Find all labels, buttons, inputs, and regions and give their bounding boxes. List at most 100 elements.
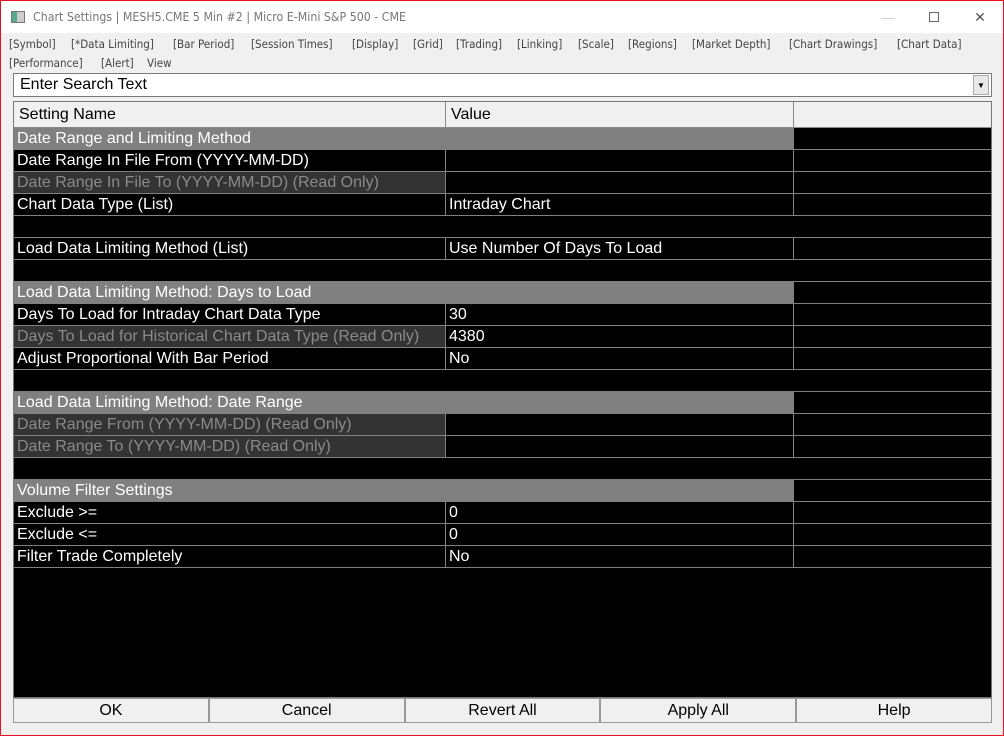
- maximize-button[interactable]: [911, 1, 957, 33]
- button-bar: OK Cancel Revert All Apply All Help: [13, 698, 992, 723]
- tab-performance[interactable]: [Performance]: [9, 54, 83, 73]
- tab-regions[interactable]: [Regions]: [628, 35, 677, 54]
- column-header-setting-name: Setting Name: [14, 102, 446, 127]
- setting-value[interactable]: No: [446, 546, 794, 567]
- tab-market-depth[interactable]: [Market Depth]: [692, 35, 770, 54]
- setting-value: [446, 414, 794, 435]
- extra-cell: [794, 348, 991, 369]
- extra-cell: [794, 436, 991, 457]
- spacer-row: [14, 260, 991, 282]
- chart-settings-window: Chart Settings | MESH5.CME 5 Min #2 | Mi…: [0, 0, 1004, 736]
- setting-value[interactable]: Use Number Of Days To Load: [446, 238, 794, 259]
- setting-value: 4380: [446, 326, 794, 347]
- settings-grid: Setting Name Value Date Range and Limiti…: [13, 101, 992, 698]
- extra-cell: [794, 524, 991, 545]
- close-icon: ✕: [974, 8, 986, 25]
- setting-name: Date Range In File From (YYYY-MM-DD): [14, 150, 446, 171]
- tab-session-times[interactable]: [Session Times]: [251, 35, 333, 54]
- setting-row[interactable]: Exclude <= 0: [14, 524, 991, 546]
- minimize-button[interactable]: —: [865, 1, 911, 33]
- setting-name: Days To Load for Intraday Chart Data Typ…: [14, 304, 446, 325]
- tab-bar-period[interactable]: [Bar Period]: [173, 35, 234, 54]
- column-header-value: Value: [446, 102, 794, 127]
- tab-chart-drawings[interactable]: [Chart Drawings]: [789, 35, 877, 54]
- setting-name: Chart Data Type (List): [14, 194, 446, 215]
- section-header-row: Load Data Limiting Method: Date Range: [14, 392, 991, 414]
- setting-name: Filter Trade Completely: [14, 546, 446, 567]
- setting-value: [446, 172, 794, 193]
- extra-cell: [794, 414, 991, 435]
- setting-value[interactable]: 0: [446, 502, 794, 523]
- extra-cell: [794, 304, 991, 325]
- section-title: Load Data Limiting Method: Date Range: [14, 392, 794, 413]
- grid-header: Setting Name Value: [14, 102, 991, 128]
- extra-cell: [794, 546, 991, 567]
- tab-chart-data[interactable]: [Chart Data]: [897, 35, 962, 54]
- app-icon: [11, 11, 25, 23]
- tab-display[interactable]: [Display]: [352, 35, 398, 54]
- setting-value[interactable]: 30: [446, 304, 794, 325]
- extra-cell: [794, 392, 991, 413]
- setting-row[interactable]: Chart Data Type (List) Intraday Chart: [14, 194, 991, 216]
- setting-name: Date Range In File To (YYYY-MM-DD) (Read…: [14, 172, 446, 193]
- column-header-extra: [794, 102, 991, 127]
- setting-value: [446, 436, 794, 457]
- setting-name: Load Data Limiting Method (List): [14, 238, 446, 259]
- extra-cell: [794, 502, 991, 523]
- spacer-row: [14, 370, 991, 392]
- search-input[interactable]: [14, 75, 973, 95]
- tab-grid[interactable]: [Grid]: [413, 35, 443, 54]
- tab-view[interactable]: View: [147, 54, 172, 73]
- setting-name: Days To Load for Historical Chart Data T…: [14, 326, 446, 347]
- close-button[interactable]: ✕: [957, 1, 1003, 33]
- setting-row[interactable]: Date Range From (YYYY-MM-DD) (Read Only): [14, 414, 991, 436]
- setting-row[interactable]: Exclude >= 0: [14, 502, 991, 524]
- setting-value[interactable]: Intraday Chart: [446, 194, 794, 215]
- setting-name: Exclude <=: [14, 524, 446, 545]
- settings-tabs: [Symbol] [*Data Limiting] [Bar Period] [Ses…: [9, 35, 989, 73]
- extra-cell: [794, 172, 991, 193]
- setting-value[interactable]: [446, 150, 794, 171]
- apply-all-button[interactable]: Apply All: [600, 698, 797, 723]
- tab-linking[interactable]: [Linking]: [517, 35, 562, 54]
- title-bar: Chart Settings | MESH5.CME 5 Min #2 | Mi…: [1, 1, 1003, 33]
- section-header-row: Volume Filter Settings: [14, 480, 991, 502]
- tab-trading[interactable]: [Trading]: [456, 35, 502, 54]
- setting-row[interactable]: Adjust Proportional With Bar Period No: [14, 348, 991, 370]
- revert-all-button[interactable]: Revert All: [404, 698, 601, 723]
- cancel-button[interactable]: Cancel: [208, 698, 405, 723]
- extra-cell: [794, 128, 991, 149]
- setting-name: Exclude >=: [14, 502, 446, 523]
- setting-row[interactable]: Filter Trade Completely No: [14, 546, 991, 568]
- ok-button[interactable]: OK: [13, 698, 209, 723]
- setting-value[interactable]: No: [446, 348, 794, 369]
- setting-row[interactable]: Days To Load for Historical Chart Data T…: [14, 326, 991, 348]
- extra-cell: [794, 150, 991, 171]
- spacer-row: [14, 216, 991, 238]
- dropdown-arrow-icon[interactable]: ▼: [973, 75, 989, 95]
- setting-name: Date Range To (YYYY-MM-DD) (Read Only): [14, 436, 446, 457]
- tab-symbol[interactable]: [Symbol]: [9, 35, 56, 54]
- window-title: Chart Settings | MESH5.CME 5 Min #2 | Mi…: [33, 10, 406, 24]
- setting-row[interactable]: Date Range In File From (YYYY-MM-DD): [14, 150, 991, 172]
- extra-cell: [794, 326, 991, 347]
- tab-alert[interactable]: [Alert]: [101, 54, 134, 73]
- extra-cell: [794, 194, 991, 215]
- setting-row[interactable]: Days To Load for Intraday Chart Data Typ…: [14, 304, 991, 326]
- setting-row[interactable]: Load Data Limiting Method (List) Use Numb…: [14, 238, 991, 260]
- setting-row[interactable]: Date Range In File To (YYYY-MM-DD) (Read…: [14, 172, 991, 194]
- setting-name: Date Range From (YYYY-MM-DD) (Read Only): [14, 414, 446, 435]
- section-title: Volume Filter Settings: [14, 480, 794, 501]
- minimize-icon: —: [881, 9, 895, 25]
- setting-row[interactable]: Date Range To (YYYY-MM-DD) (Read Only): [14, 436, 991, 458]
- tab-scale[interactable]: [Scale]: [578, 35, 614, 54]
- extra-cell: [794, 238, 991, 259]
- section-title: Load Data Limiting Method: Days to Load: [14, 282, 794, 303]
- spacer-row: [14, 458, 991, 480]
- setting-name: Adjust Proportional With Bar Period: [14, 348, 446, 369]
- section-title: Date Range and Limiting Method: [14, 128, 794, 149]
- search-combobox[interactable]: ▼: [13, 73, 992, 97]
- setting-value[interactable]: 0: [446, 524, 794, 545]
- help-button[interactable]: Help: [796, 698, 992, 723]
- tab-data-limiting[interactable]: [*Data Limiting]: [71, 35, 154, 54]
